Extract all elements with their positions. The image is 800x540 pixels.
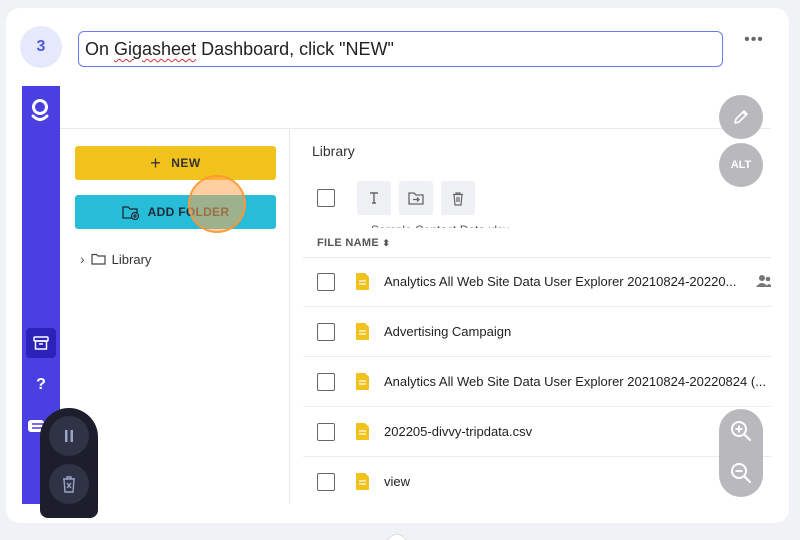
shared-users-icon	[756, 275, 771, 287]
folder-icon	[91, 253, 106, 265]
alt-text-fab[interactable]: ALT	[719, 143, 763, 187]
zoom-in-icon[interactable]	[729, 419, 753, 443]
edit-fab[interactable]	[719, 95, 763, 139]
file-name[interactable]: Analytics All Web Site Data User Explore…	[384, 274, 736, 289]
instruction-text-2: Dashboard, click "NEW"	[196, 39, 394, 59]
file-name[interactable]: 202205-divvy-tripdata.csv	[384, 424, 532, 439]
discard-recording-button[interactable]	[49, 464, 89, 504]
sheet-file-icon	[356, 323, 369, 340]
file-row[interactable]: view	[303, 457, 771, 504]
text-cursor-icon	[370, 192, 378, 204]
file-row[interactable]: 202205-divvy-tripdata.csv	[303, 407, 771, 457]
add-folder-label: ADD FOLDER	[147, 205, 230, 219]
file-row[interactable]: Analytics All Web Site Data User Explore…	[303, 357, 771, 407]
plus-icon: +	[150, 153, 162, 173]
move-folder-icon	[408, 192, 424, 205]
tree-item-label: Library	[111, 251, 152, 267]
row-checkbox[interactable]	[317, 273, 335, 291]
app-topbar	[60, 86, 771, 129]
row-checkbox[interactable]	[317, 373, 335, 391]
archive-box-icon	[33, 336, 49, 350]
instruction-misspelled-word: Gigasheet	[114, 39, 197, 59]
pause-icon	[65, 430, 73, 442]
scrolled-row-partial: Sample Contact Data.xlsx	[317, 220, 557, 228]
sheet-file-icon	[356, 473, 369, 490]
pencil-icon	[734, 110, 748, 124]
library-title: Library	[312, 143, 355, 159]
file-name[interactable]: Advertising Campaign	[384, 324, 511, 339]
zoom-controls	[719, 409, 763, 497]
sheet-file-icon	[356, 373, 369, 390]
new-button-label: NEW	[171, 156, 201, 170]
tree-item-library[interactable]: › Library	[80, 251, 151, 267]
sheet-file-icon	[356, 273, 369, 290]
new-button[interactable]: + NEW	[75, 146, 276, 180]
trash-icon	[453, 191, 463, 206]
gigasheet-logo-icon	[31, 99, 49, 121]
recorder-controls	[40, 408, 98, 518]
add-folder-button[interactable]: ADD FOLDER	[75, 195, 276, 229]
file-row[interactable]: Advertising Campaign	[303, 307, 771, 357]
instruction-text-1: On	[85, 39, 115, 59]
sidebar-item-library[interactable]	[26, 328, 56, 358]
row-checkbox[interactable]	[317, 323, 335, 341]
file-name[interactable]: Analytics All Web Site Data User Explore…	[384, 374, 766, 389]
delete-button[interactable]	[441, 181, 475, 215]
help-icon[interactable]: ?	[26, 373, 56, 397]
file-row[interactable]: Analytics All Web Site Data User Explore…	[303, 257, 771, 307]
rename-button[interactable]	[357, 181, 391, 215]
file-name-column-header[interactable]: FILE NAME ⬍	[317, 237, 390, 249]
row-checkbox[interactable]	[317, 473, 335, 491]
library-main: Library Sample Contact Data.xlsx FILE NA…	[291, 129, 771, 504]
step-number-badge: 3	[20, 26, 62, 68]
column-header-label: FILE NAME	[317, 237, 379, 249]
pause-button[interactable]	[49, 416, 89, 456]
step-instruction-input[interactable]: On Gigasheet Dashboard, click "NEW"	[78, 31, 723, 67]
more-options-icon[interactable]: •••	[744, 30, 764, 50]
chevron-right-icon: ›	[80, 251, 85, 267]
add-folder-icon	[122, 205, 139, 220]
zoom-out-icon[interactable]	[729, 461, 753, 485]
select-all-checkbox[interactable]	[317, 189, 335, 207]
move-button[interactable]	[399, 181, 433, 215]
file-name[interactable]: view	[384, 474, 410, 489]
sheet-file-icon	[356, 423, 369, 440]
sort-icon: ⬍	[382, 238, 391, 248]
bottom-handle[interactable]	[386, 534, 408, 540]
screenshot-frame: ? + NEW ADD FOLDER › Library Library FIL…	[22, 86, 771, 504]
trash-x-icon	[63, 476, 75, 493]
row-checkbox[interactable]	[317, 423, 335, 441]
